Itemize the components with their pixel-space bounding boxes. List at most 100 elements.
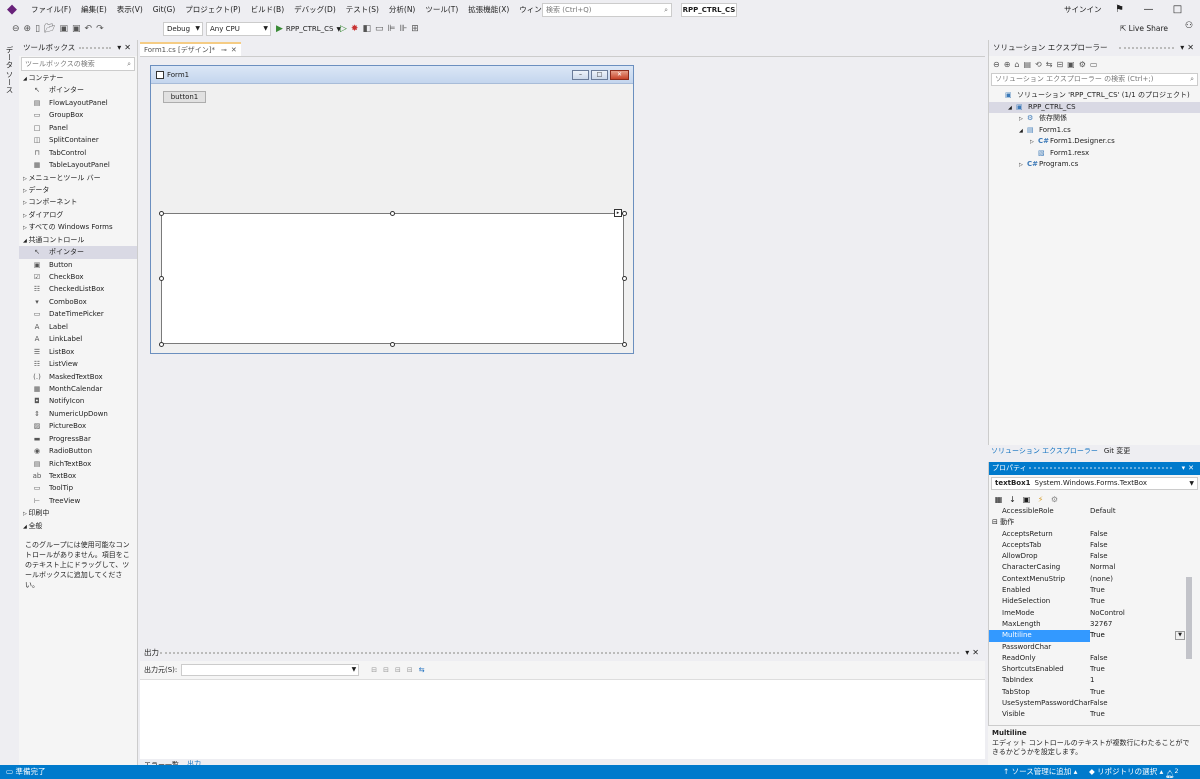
- toolbox-item[interactable]: ▾ ComboBox: [19, 296, 137, 308]
- toolbox-item[interactable]: ◫ SplitContainer: [19, 134, 137, 146]
- menu-item[interactable]: ツール(T): [420, 0, 463, 20]
- property-value[interactable]: True: [1090, 709, 1200, 720]
- align-center-icon[interactable]: ⊪: [397, 21, 409, 37]
- tree-item[interactable]: ▷ ⚙ 依存関係: [989, 113, 1200, 125]
- toolbox-item[interactable]: ▦ MonthCalendar: [19, 383, 137, 395]
- toolbox-item[interactable]: ☷ CheckedListBox: [19, 283, 137, 295]
- menu-item[interactable]: Git(G): [148, 0, 181, 20]
- output-source-select[interactable]: ▼: [181, 664, 360, 676]
- toolbox-item[interactable]: □ Panel: [19, 122, 137, 134]
- solution-search-input[interactable]: ソリューション エクスプローラー の検索 (Ctrl+;) ⌕: [991, 73, 1198, 86]
- properties-icon[interactable]: ⚙: [1079, 60, 1086, 69]
- menu-item[interactable]: 編集(E): [76, 0, 112, 20]
- property-value[interactable]: False: [1090, 540, 1200, 551]
- property-row[interactable]: ContextMenuStrip (none): [989, 574, 1200, 585]
- toolbox-item[interactable]: ◘ NotifyIcon: [19, 395, 137, 407]
- toolbox-item[interactable]: ☷ ListView: [19, 358, 137, 370]
- events-icon[interactable]: ⚡: [1035, 495, 1046, 504]
- pane-controls[interactable]: ▾✕: [1180, 40, 1197, 56]
- property-row[interactable]: AccessibleRole Default: [989, 506, 1200, 517]
- forward-icon[interactable]: ⊕: [1004, 60, 1011, 69]
- layout-icon[interactable]: ▭: [373, 21, 386, 37]
- property-row[interactable]: PasswordChar: [989, 642, 1200, 653]
- smart-tag-icon[interactable]: ▸: [614, 209, 622, 217]
- undo-icon[interactable]: ↶: [83, 21, 95, 37]
- tree-item[interactable]: ▣ ソリューション 'RPP_CTRL_CS' (1/1 のプロジェクト): [989, 90, 1200, 102]
- tab-form1-designer[interactable]: Form1.cs [デザイン]* ⊸ ✕: [140, 42, 241, 56]
- toolbox-category[interactable]: ▷ コンポーネント: [19, 196, 137, 208]
- notifications-icon[interactable]: 🔔︎2: [1165, 765, 1179, 779]
- back-icon[interactable]: ⊖: [10, 21, 22, 37]
- toolbox-search-input[interactable]: ツールボックスの検索 ⌕: [21, 57, 135, 71]
- property-grid-scrollbar[interactable]: [1186, 577, 1192, 659]
- property-pages-icon[interactable]: ⚙: [1049, 495, 1060, 504]
- property-value[interactable]: 32767: [1090, 619, 1200, 630]
- pending-changes-icon[interactable]: ⟲: [1035, 60, 1042, 69]
- start-without-debug-icon[interactable]: ▷: [338, 21, 349, 37]
- minimize-button[interactable]: —: [1134, 0, 1163, 20]
- toolbox-category[interactable]: ◢ 共通コントロール: [19, 234, 137, 246]
- toolbox-category[interactable]: ▷ ダイアログ: [19, 209, 137, 221]
- toolbox-item[interactable]: ⇕ NumericUpDown: [19, 408, 137, 420]
- property-value[interactable]: True: [1090, 687, 1200, 698]
- property-row[interactable]: MaxLength 32767: [989, 619, 1200, 630]
- align-left-icon[interactable]: ⊫: [386, 21, 398, 37]
- toolbox-category[interactable]: ▷ メニューとツール バー: [19, 172, 137, 184]
- menu-item[interactable]: 表示(V): [112, 0, 148, 20]
- property-row[interactable]: AcceptsReturn False: [989, 529, 1200, 540]
- toolbox-item[interactable]: ↖ ポインター: [19, 246, 137, 259]
- toolbox-item[interactable]: ◉ RadioButton: [19, 445, 137, 457]
- toolbox-item[interactable]: ⊓ TabControl: [19, 147, 137, 159]
- menu-item[interactable]: 分析(N): [384, 0, 420, 20]
- menu-item[interactable]: テスト(S): [341, 0, 384, 20]
- property-row[interactable]: HideSelection True: [989, 596, 1200, 607]
- menu-item[interactable]: ファイル(F): [26, 0, 76, 20]
- toolbox-category[interactable]: ▷ すべての Windows Forms: [19, 221, 137, 233]
- add-source-control-button[interactable]: ↑ ソース管理に追加 ▴: [1003, 765, 1077, 779]
- open-folder-icon[interactable]: 📂︎: [42, 21, 57, 37]
- property-row[interactable]: TabStop True: [989, 687, 1200, 698]
- save-icon[interactable]: ▣: [57, 21, 70, 37]
- solution-explorer-tab[interactable]: ソリューション エクスプローラー: [991, 445, 1098, 458]
- menu-item[interactable]: デバッグ(D): [289, 0, 341, 20]
- output-tools-icon[interactable]: ⊟⊟⊟⊟: [371, 666, 418, 674]
- toolbox-category[interactable]: ◢ コンテナー: [19, 72, 137, 84]
- toolbox-item[interactable]: ▨ PictureBox: [19, 420, 137, 432]
- resize-handle[interactable]: [621, 341, 627, 347]
- redo-icon[interactable]: ↷: [94, 21, 106, 37]
- property-object-select[interactable]: textBox1 System.Windows.Forms.TextBox ▼: [991, 477, 1198, 490]
- property-value[interactable]: False: [1090, 653, 1200, 664]
- toolbox-item[interactable]: ☰ ListBox: [19, 346, 137, 358]
- property-row[interactable]: Multiline True ▼: [989, 630, 1200, 642]
- property-value[interactable]: 1: [1090, 675, 1200, 686]
- new-item-icon[interactable]: ▯: [33, 21, 42, 37]
- save-all-icon[interactable]: ▣: [70, 21, 83, 37]
- tree-item[interactable]: ◢ ▣ RPP_CTRL_CS: [989, 101, 1200, 113]
- alphabetical-icon[interactable]: ↓: [1007, 495, 1018, 504]
- property-row[interactable]: Enabled True: [989, 585, 1200, 596]
- property-value[interactable]: False: [1090, 529, 1200, 540]
- toolbox-item[interactable]: (.) MaskedTextBox: [19, 371, 137, 383]
- close-button[interactable]: ✕: [1192, 0, 1200, 20]
- property-value[interactable]: NoControl: [1090, 608, 1200, 619]
- resize-handle[interactable]: [390, 210, 395, 216]
- toolbox-item[interactable]: ▭ DateTimePicker: [19, 308, 137, 320]
- property-row[interactable]: TabIndex 1: [989, 675, 1200, 686]
- config-select[interactable]: Debug ▼: [163, 22, 203, 36]
- back-icon[interactable]: ⊖: [993, 60, 1000, 69]
- grip[interactable]: [1119, 47, 1174, 49]
- property-dropdown-button[interactable]: ▼: [1175, 631, 1185, 641]
- property-value[interactable]: False: [1090, 698, 1200, 709]
- property-value[interactable]: False: [1090, 551, 1200, 562]
- tree-item[interactable]: ▧ Form1.resx: [989, 148, 1200, 160]
- property-value[interactable]: True: [1090, 585, 1200, 596]
- property-row[interactable]: ImeMode NoControl: [989, 608, 1200, 619]
- grip[interactable]: [160, 652, 959, 654]
- data-sources-strip[interactable]: データ ソース: [0, 40, 18, 765]
- select-repository-button[interactable]: ◆ リポジトリの選択 ▴: [1089, 765, 1163, 779]
- account-icon[interactable]: ⚇: [1185, 21, 1193, 31]
- menu-item[interactable]: ビルド(B): [246, 0, 290, 20]
- tree-item[interactable]: ▷ C#Form1.Designer.cs: [989, 136, 1200, 148]
- property-row[interactable]: AllowDrop False: [989, 551, 1200, 562]
- signin-link[interactable]: サインイン: [1064, 0, 1102, 20]
